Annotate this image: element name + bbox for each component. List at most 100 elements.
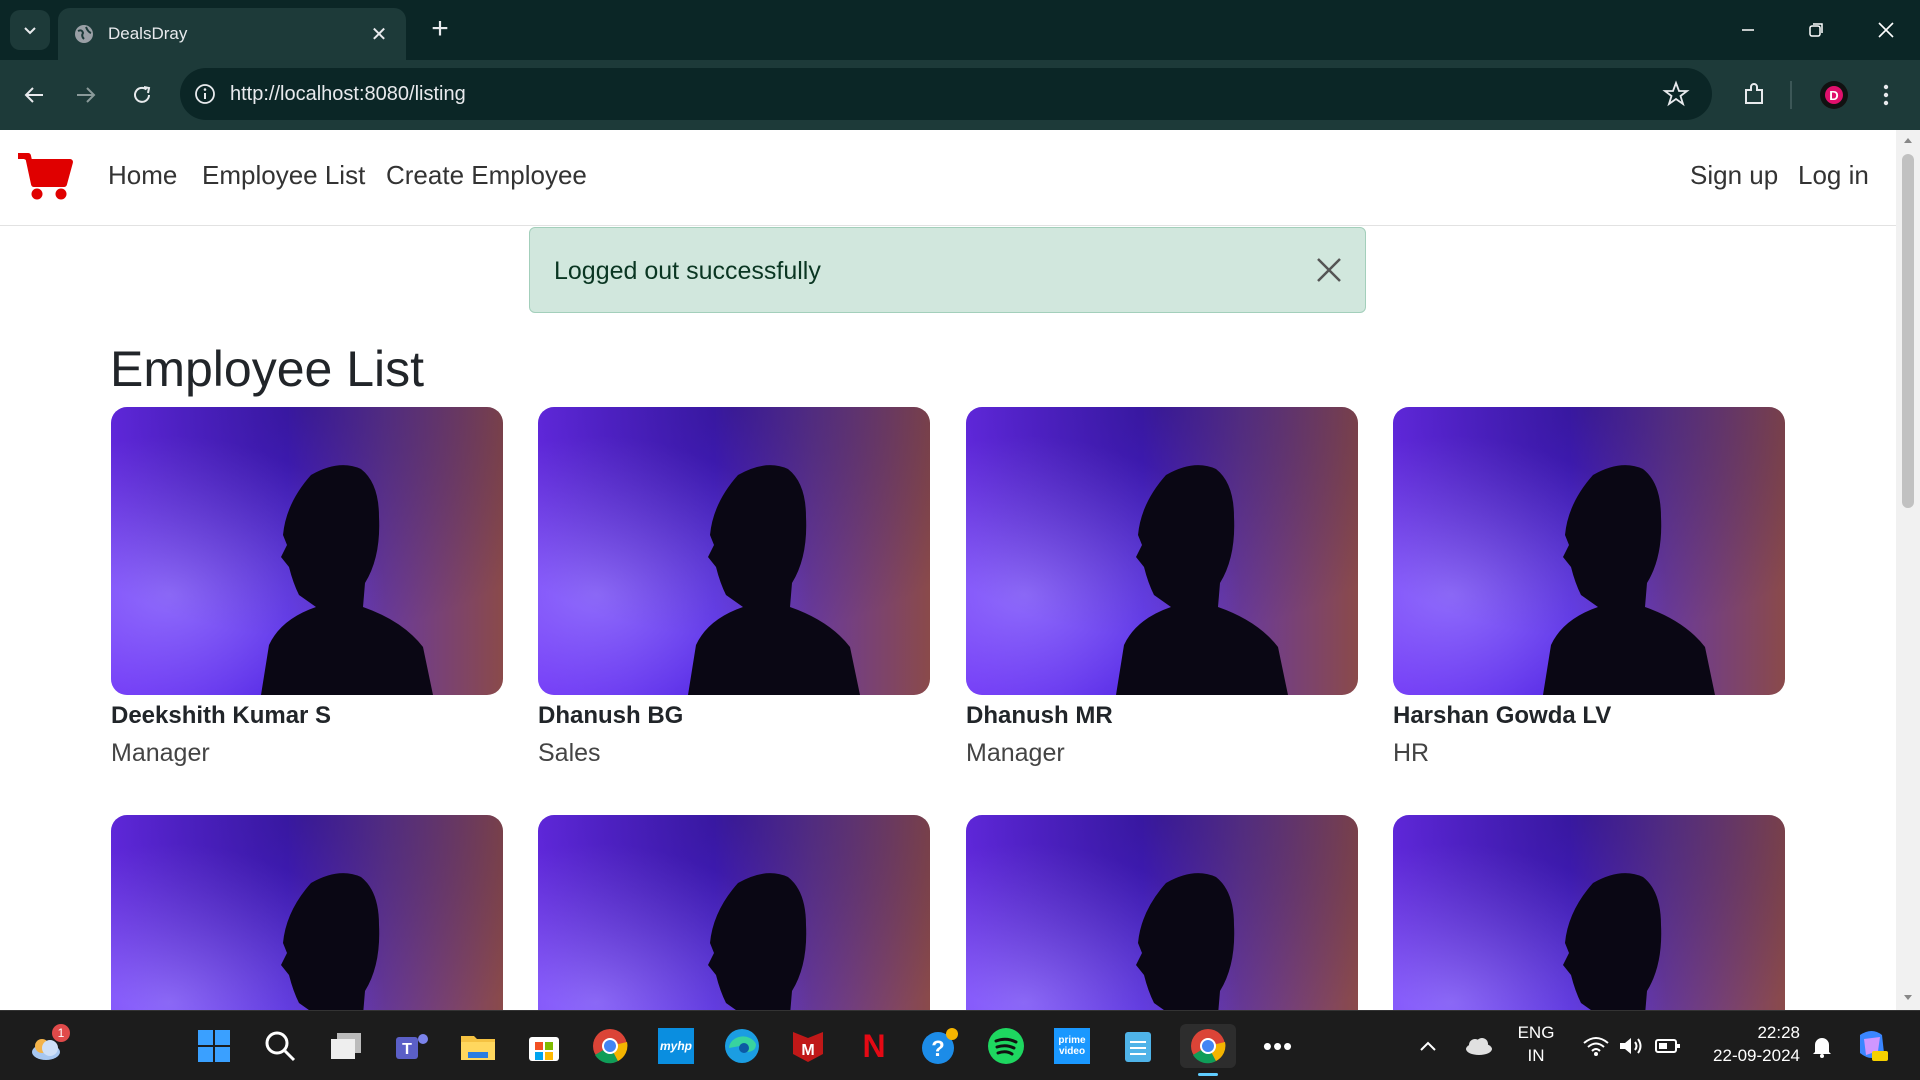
close-icon[interactable] [1315,256,1343,284]
browser-tab[interactable]: DealsDray ✕ [58,8,406,60]
prime-video-icon: prime video [1054,1028,1090,1064]
browser-menu-button[interactable] [1868,75,1904,115]
restore-button[interactable] [1782,0,1850,60]
spotify-app[interactable] [984,1024,1028,1068]
language-indicator[interactable]: ENG IN [1508,1023,1564,1066]
employee-photo [1393,815,1785,1010]
nav-create-employee-link[interactable]: Create Employee [386,160,587,191]
microsoft-store-app[interactable] [522,1024,566,1068]
chrome-active-app[interactable] [1180,1024,1236,1076]
help-icon: ? [922,1028,958,1064]
nav-home-link[interactable]: Home [108,160,177,191]
teams-app[interactable]: T [390,1024,434,1068]
employee-photo [538,815,930,1010]
mcafee-app[interactable]: M [786,1024,830,1068]
spotify-icon [988,1028,1024,1064]
windows-taskbar: 1 T myhp M N ? prime video ••• ENG IN 22… [0,1010,1920,1080]
scroll-up-icon[interactable] [1903,136,1913,146]
clock-date: 22-09-2024 [1713,1046,1800,1065]
employee-card[interactable] [538,815,930,1010]
chrome-app[interactable] [588,1024,632,1068]
search-icon [265,1031,296,1062]
forward-button[interactable] [66,75,106,115]
clock[interactable]: 22:28 22-09-2024 [1696,1023,1800,1066]
employee-card[interactable] [1393,815,1785,1010]
more-horizontal-icon: ••• [1262,1030,1294,1061]
employee-card[interactable]: Deekshith Kumar S Manager [111,407,503,767]
show-hidden-icons-button[interactable] [1408,1024,1448,1068]
success-alert: Logged out successfully [529,227,1366,313]
employee-photo [111,407,503,695]
copilot-button[interactable] [1850,1024,1894,1068]
employee-photo [1393,407,1785,695]
reload-button[interactable] [122,75,162,115]
notifications-button[interactable] [1806,1024,1838,1068]
new-tab-button[interactable]: + [424,14,456,46]
copilot-icon [1860,1031,1888,1061]
netflix-app[interactable]: N [852,1024,896,1068]
log-in-link[interactable]: Log in [1798,160,1869,191]
sign-up-link[interactable]: Sign up [1690,160,1778,191]
page-title: Employee List [110,341,425,397]
chevron-up-icon [1420,1041,1436,1051]
restore-icon [1809,23,1823,37]
scrollbar-thumb[interactable] [1902,154,1914,508]
store-icon [529,1037,559,1061]
chrome-icon [1191,1029,1226,1064]
employee-role: HR [1393,739,1430,767]
back-button[interactable] [14,75,54,115]
notepad-icon [1125,1032,1151,1062]
notepad-app[interactable] [1116,1024,1160,1068]
employee-name[interactable]: Deekshith Kumar S [111,702,331,730]
employee-card[interactable]: Harshan Gowda LV HR [1393,407,1785,767]
employee-name[interactable]: Dhanush BG [538,702,683,730]
get-help-app[interactable]: ? [918,1024,962,1068]
employee-role: Sales [538,739,601,767]
chevron-down-icon [24,27,36,35]
nav-employee-list-link[interactable]: Employee List [202,160,365,191]
weather-widget[interactable]: 1 [26,1024,70,1068]
prime-video-app[interactable]: prime video [1050,1024,1094,1068]
myhp-app[interactable]: myhp [654,1024,698,1068]
mcafee-icon: M [793,1032,823,1062]
employee-card[interactable]: Dhanush MR Manager [966,407,1358,767]
shopping-cart-icon[interactable] [16,150,74,202]
bookmark-star-icon[interactable] [1662,80,1690,108]
scroll-down-icon[interactable] [1903,992,1913,1002]
profile-avatar[interactable]: D [1816,75,1852,115]
taskbar-search-button[interactable] [258,1024,302,1068]
more-apps-button[interactable]: ••• [1256,1024,1300,1068]
employee-photo [966,815,1358,1010]
tab-title: DealsDray [108,24,188,43]
tab-search-button[interactable] [10,10,50,50]
extensions-button[interactable] [1734,75,1774,115]
employee-card[interactable] [966,815,1358,1010]
employee-role: Manager [966,739,1065,767]
page-scrollbar[interactable] [1896,130,1920,1010]
wifi-icon [1583,1037,1609,1056]
onedrive-icon[interactable] [1456,1024,1500,1068]
start-button[interactable] [192,1024,236,1068]
site-info-icon[interactable] [194,83,216,105]
employee-card[interactable] [111,815,503,1010]
close-tab-icon[interactable]: ✕ [368,22,390,47]
employee-card[interactable]: Dhanush BG Sales [538,407,930,767]
file-explorer-app[interactable] [456,1024,500,1068]
bell-icon [1813,1038,1831,1058]
myhp-icon: myhp [658,1028,694,1064]
puzzle-icon [1745,83,1763,104]
task-view-icon [331,1033,361,1059]
svg-text:D: D [1829,88,1838,103]
edge-app[interactable] [720,1024,764,1068]
url-text[interactable]: http://localhost:8080/listing [230,83,1662,106]
chrome-icon [593,1029,628,1064]
address-bar[interactable]: http://localhost:8080/listing [180,68,1712,120]
page-viewport: Home Employee List Create Employee Sign … [0,130,1920,1010]
close-window-button[interactable] [1852,0,1920,60]
minimize-button[interactable] [1714,0,1782,60]
task-view-button[interactable] [324,1024,368,1068]
employee-name[interactable]: Harshan Gowda LV [1393,702,1611,730]
employee-name[interactable]: Dhanush MR [966,702,1113,730]
quick-settings-button[interactable] [1572,1024,1692,1068]
region-code: IN [1527,1046,1545,1065]
